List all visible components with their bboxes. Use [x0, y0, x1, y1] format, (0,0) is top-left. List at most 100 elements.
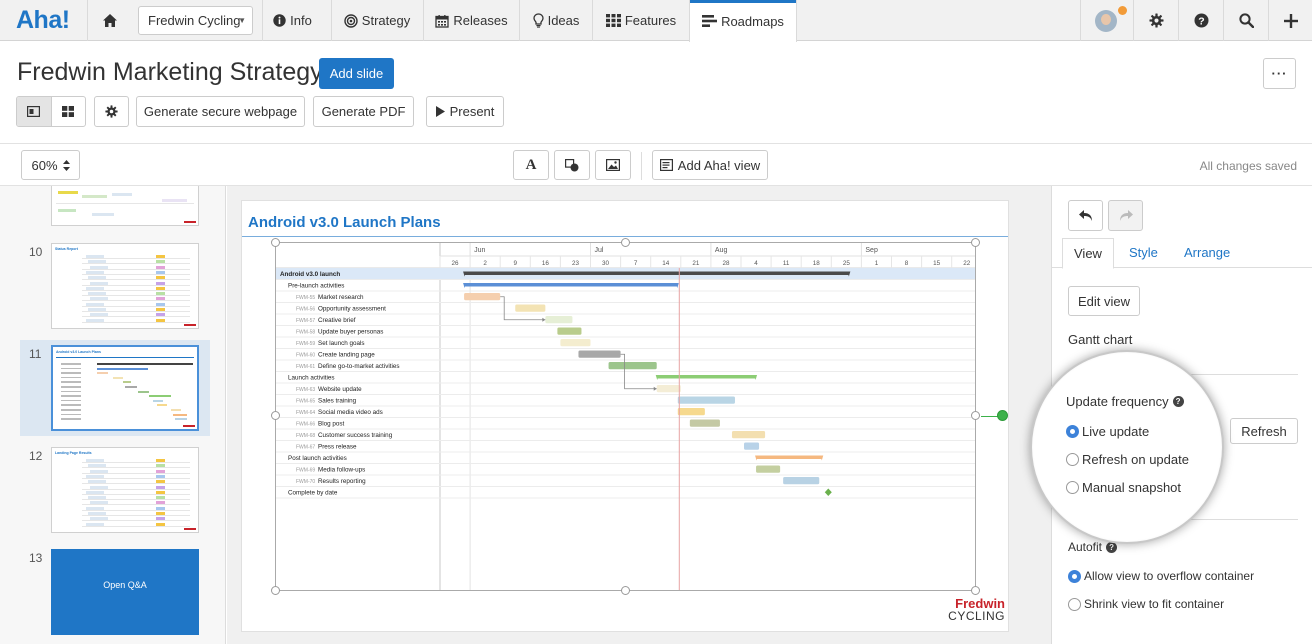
- svg-text:?: ?: [1198, 15, 1204, 27]
- slide-thumbnail-9[interactable]: [51, 186, 199, 226]
- thumbnail-row: [82, 316, 190, 318]
- resize-handle-s[interactable]: [621, 586, 630, 595]
- rotate-connector: [981, 416, 998, 417]
- resize-handle-n[interactable]: [621, 238, 630, 247]
- thumbnail-gantt-bar: [113, 376, 123, 379]
- thumbnail-row: [82, 525, 190, 527]
- help-icon[interactable]: ?: [1172, 396, 1184, 407]
- settings-button[interactable]: [1133, 0, 1178, 41]
- thumbnail-tag: [156, 517, 165, 521]
- gantt-row-id: FWM-67: [296, 445, 315, 451]
- tab-view[interactable]: View: [1062, 238, 1114, 269]
- update-option-live[interactable]: Live update: [1066, 424, 1149, 439]
- gantt-row-id: FWM-57: [296, 318, 315, 324]
- thumbnail-row: [82, 263, 190, 265]
- nav-item-roadmaps[interactable]: Roadmaps: [689, 0, 797, 42]
- gantt-row-id: FWM-55: [296, 295, 315, 301]
- resize-handle-ne[interactable]: [971, 238, 980, 247]
- slide[interactable]: Android v3.0 Launch Plans Jun Jul Aug Sep 26…: [241, 200, 1009, 632]
- slide-thumbnail-12[interactable]: Landing Page Results: [51, 447, 199, 533]
- resize-handle-sw[interactable]: [271, 586, 280, 595]
- presentation-settings-button[interactable]: [94, 96, 129, 127]
- autofit-option-shrink[interactable]: Shrink view to fit container: [1068, 597, 1224, 611]
- thumbnail-title: Open Q&A: [103, 580, 147, 590]
- nav-item-releases[interactable]: Releases: [423, 0, 519, 41]
- resize-handle-w[interactable]: [271, 411, 280, 420]
- radio-label: Manual snapshot: [1082, 480, 1182, 495]
- more-button[interactable]: ···: [1263, 58, 1296, 89]
- slide-title[interactable]: Android v3.0 Launch Plans: [248, 214, 441, 231]
- help-button[interactable]: ?: [1178, 0, 1223, 41]
- search-button[interactable]: [1223, 0, 1268, 41]
- radio-button[interactable]: [1068, 597, 1081, 611]
- nav-item-features[interactable]: Features: [592, 0, 689, 41]
- nav-item-label: Ideas: [547, 13, 580, 28]
- zoom-select[interactable]: 60%: [21, 150, 80, 180]
- thumbnail-cell: [88, 464, 106, 468]
- slide-thumbnail-strip[interactable]: 10 Status Report 11 Android v3.0 Launch …: [0, 186, 226, 644]
- image-tool-button[interactable]: [595, 150, 631, 180]
- radio-button[interactable]: [1066, 453, 1079, 466]
- shape-tool-button[interactable]: [554, 150, 590, 180]
- redo-button[interactable]: [1108, 200, 1143, 231]
- resize-handle-nw[interactable]: [271, 238, 280, 247]
- workspace-select[interactable]: Fredwin Cycling ▼: [138, 6, 253, 35]
- gantt-row-id: FWM-63: [296, 387, 315, 393]
- thumbnail-row: [82, 499, 190, 501]
- title-rule: [242, 236, 1008, 237]
- gantt-row-label: Customer success training: [318, 432, 393, 439]
- refresh-button[interactable]: Refresh: [1230, 418, 1298, 444]
- tab-style[interactable]: Style: [1129, 238, 1158, 269]
- slide-number: 10: [29, 245, 43, 259]
- thumbnail-tag: [156, 464, 165, 468]
- grid-view-button[interactable]: [52, 97, 86, 126]
- update-option-snapshot[interactable]: Manual snapshot: [1066, 480, 1181, 495]
- radio-button[interactable]: [1068, 569, 1081, 583]
- rotate-handle[interactable]: [997, 410, 1008, 421]
- home-button[interactable]: [87, 0, 131, 41]
- add-button[interactable]: [1268, 0, 1312, 41]
- gantt-bar: [783, 477, 820, 485]
- single-view-button[interactable]: [17, 97, 52, 126]
- thumbnail-gantt-bar: [175, 418, 187, 421]
- thumbnail-row: [82, 509, 190, 511]
- gantt-row-label: Update buyer personas: [318, 329, 383, 336]
- slide-thumbnail-13[interactable]: Open Q&A: [51, 549, 199, 635]
- grid-view-icon: [62, 106, 75, 117]
- autofit-label-text: Autofit: [1068, 540, 1103, 554]
- text-tool-button[interactable]: A: [513, 150, 549, 180]
- radio-button[interactable]: [1066, 481, 1079, 494]
- slide-thumbnail-11[interactable]: Android v3.0 Launch Plans: [51, 345, 199, 431]
- thumbnail-tag: [156, 480, 165, 484]
- radio-button[interactable]: [1066, 425, 1079, 438]
- generate-webpage-button[interactable]: Generate secure webpage: [136, 96, 305, 127]
- thumbnail-row: [82, 289, 190, 291]
- resize-handle-e[interactable]: [971, 411, 980, 420]
- present-button[interactable]: Present: [426, 96, 504, 127]
- add-slide-button[interactable]: Add slide: [319, 58, 394, 89]
- gantt-bar: [677, 408, 705, 416]
- gantt-view-object[interactable]: Jun Jul Aug Sep 26 2 9 16 23 30 7 14 21 28 4 11 18 25 1 8 15…: [275, 242, 976, 591]
- slide-thumbnail-10[interactable]: Status Report: [51, 243, 199, 329]
- resize-handle-se[interactable]: [971, 586, 980, 595]
- add-aha-view-button[interactable]: Add Aha! view: [652, 150, 768, 180]
- generate-pdf-button[interactable]: Generate PDF: [313, 96, 414, 127]
- thumbnail-row: [82, 311, 190, 312]
- gantt-bar: [560, 339, 591, 347]
- thumbnail-row-label: [61, 418, 81, 420]
- undo-button[interactable]: [1068, 200, 1103, 231]
- nav-item-strategy[interactable]: Strategy: [331, 0, 422, 41]
- help-icon: ?: [1194, 13, 1208, 28]
- autofit-option-overflow[interactable]: Allow view to overflow container: [1068, 569, 1254, 583]
- gantt-bar: [756, 465, 781, 473]
- thumbnail-tag: [156, 308, 165, 311]
- aha-logo[interactable]: Aha!: [16, 6, 70, 35]
- edit-view-button[interactable]: Edit view: [1068, 286, 1140, 316]
- update-option-refresh[interactable]: Refresh on update: [1066, 452, 1189, 467]
- slide-canvas[interactable]: Android v3.0 Launch Plans Jun Jul Aug Sep 26…: [227, 186, 1051, 644]
- tab-arrange[interactable]: Arrange: [1184, 238, 1230, 269]
- nav-item-ideas[interactable]: Ideas: [519, 0, 592, 41]
- thumbnail-row-label: [61, 395, 81, 397]
- slide-number: 12: [29, 449, 43, 463]
- nav-item-info[interactable]: Info: [262, 0, 322, 41]
